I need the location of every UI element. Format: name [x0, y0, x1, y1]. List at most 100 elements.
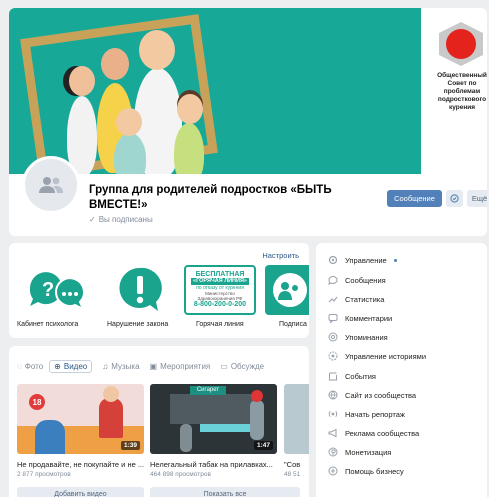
- gear-icon: [328, 255, 338, 265]
- video-views-3: 48 51: [284, 471, 301, 478]
- menu-item-mentions[interactable]: Упоминания: [328, 330, 388, 344]
- menu-item-site[interactable]: Сайт из сообщества: [328, 388, 416, 402]
- tab-music-label: Музыка: [111, 362, 140, 371]
- hotline-phone: 8-800-200-0-200: [193, 301, 247, 308]
- more-button-label: Ещё: [471, 194, 487, 203]
- show-all-button[interactable]: Показать все: [150, 487, 300, 497]
- notifications-button[interactable]: [446, 190, 463, 207]
- people-placeholder-icon: [39, 177, 63, 193]
- menu-item-ads[interactable]: Реклама сообщества: [328, 426, 419, 440]
- thumb-2-sign: Сигарет: [190, 386, 226, 395]
- comment-icon: [328, 313, 338, 323]
- admin-menu: Управление Сообщения Статистика Коммента…: [316, 243, 487, 497]
- menu-item-stats-label: Статистика: [345, 294, 385, 304]
- menu-item-manage-label: Управление: [345, 255, 387, 265]
- stats-icon: [328, 294, 338, 304]
- menu-item-events[interactable]: События: [328, 369, 376, 383]
- page-title: Группа для родителей подростков «БЫТЬ ВМ…: [89, 184, 332, 211]
- more-button[interactable]: Ещё ▾: [467, 190, 487, 207]
- menu-item-comments[interactable]: Комментарии: [328, 311, 392, 325]
- menu-item-messages-label: Сообщения: [345, 275, 386, 285]
- menu-item-mentions-label: Упоминания: [345, 332, 388, 342]
- girl-head: [69, 66, 95, 96]
- thumb-1-buyer: [35, 420, 65, 454]
- exclamation-icon: [119, 267, 162, 311]
- video-thumbnail-2[interactable]: Сигарет 1:47: [150, 384, 277, 454]
- menu-item-ads-label: Реклама сообщества: [345, 428, 420, 438]
- age-18-sign: 18: [29, 394, 45, 410]
- app-law-violation[interactable]: [104, 265, 176, 315]
- community-header: Общественный Совет по проблемам подростк…: [9, 8, 487, 236]
- video-title-1[interactable]: Не продавайте, не покупайте и не ...: [17, 460, 144, 469]
- hotline-line2: «ГОРЯЧАЯ ЛИНИЯ»: [191, 278, 249, 285]
- menu-item-manage[interactable]: Управление: [328, 253, 397, 267]
- thumb-2-stall: [170, 394, 260, 424]
- message-button[interactable]: Сообщение: [387, 190, 442, 207]
- unread-dot: [393, 258, 397, 262]
- menu-item-broadcast[interactable]: Начать репортаж: [328, 407, 405, 421]
- tab-photo[interactable]: ◌ Фото: [17, 360, 43, 373]
- video-thumbnail-3[interactable]: [284, 384, 309, 454]
- menu-item-stories-label: Управление историями: [345, 351, 427, 361]
- add-video-button[interactable]: Добавить видео: [17, 487, 144, 497]
- media-tabs: ◌ Фото ⊕ Видео ♫ Музыка ▣ Мероприятия ▭ …: [17, 360, 274, 373]
- apps-setup-link[interactable]: Настроить: [262, 251, 299, 260]
- subscribe-status-label: Вы подписаны: [98, 215, 153, 224]
- subscribe-status[interactable]: ✓ Вы подписаны: [89, 215, 153, 224]
- stories-icon: [328, 351, 338, 361]
- community-avatar[interactable]: [22, 156, 80, 214]
- thumb-1-seller: [99, 398, 123, 438]
- boy-figure: [114, 133, 146, 174]
- message-icon: [328, 275, 338, 285]
- calendar-icon: ▣: [149, 362, 158, 371]
- menu-item-broadcast-label: Начать репортаж: [345, 409, 405, 419]
- tab-events[interactable]: ▣ Мероприятия: [150, 360, 211, 373]
- video-duration-2: 1:47: [253, 441, 273, 450]
- menu-item-monetization-label: Монетизация: [345, 447, 392, 457]
- video-thumbnail-1[interactable]: 18 1:39: [17, 384, 144, 454]
- app-label-subscribe: Подписа: [279, 321, 307, 328]
- tab-video[interactable]: ⊕ Видео: [49, 360, 93, 373]
- thumb-2-figure: [180, 424, 192, 452]
- video-title-2[interactable]: Нелегальный табак на прилавках...: [150, 460, 277, 469]
- video-icon: ⊕: [54, 362, 61, 371]
- menu-item-events-label: События: [345, 371, 376, 381]
- tab-music[interactable]: ♫ Музыка: [102, 360, 139, 373]
- cover-image: [9, 8, 421, 174]
- menu-item-business[interactable]: Помощь бизнесу: [328, 464, 404, 478]
- logo-caption: Общественный Совет по проблемам подростк…: [437, 72, 487, 111]
- page: Общественный Совет по проблемам подростк…: [0, 0, 489, 497]
- globe-icon: [328, 390, 338, 400]
- chat-bubbles-icon: ?: [29, 272, 85, 312]
- menu-item-monetization[interactable]: Монетизация: [328, 445, 391, 459]
- apps-widget: Настроить ? Кабинет психолога Нарушение …: [9, 243, 309, 338]
- tab-discussions-label: Обсужде: [230, 362, 265, 371]
- thumb-1-seller-head: [103, 386, 119, 402]
- events-icon: [328, 371, 338, 381]
- girl-figure: [67, 96, 97, 174]
- menu-item-site-label: Сайт из сообщества: [345, 390, 417, 400]
- teen-girl-head: [177, 94, 203, 124]
- app-label-psychologist: Кабинет психолога: [17, 321, 79, 328]
- discussion-icon: ▭: [220, 362, 228, 371]
- boy-head: [116, 108, 142, 136]
- teen-girl-figure: [174, 123, 204, 174]
- mother-head: [101, 48, 129, 80]
- menu-item-stats[interactable]: Статистика: [328, 292, 384, 306]
- tab-video-label: Видео: [63, 362, 88, 371]
- app-hotline[interactable]: БЕСПЛАТНАЯ «ГОРЯЧАЯ ЛИНИЯ» по отказу от …: [184, 265, 256, 315]
- tab-discussions[interactable]: ▭ Обсужде: [220, 360, 264, 373]
- app-subscribe[interactable]: [265, 265, 309, 315]
- app-psychologist[interactable]: ?: [19, 265, 91, 315]
- video-views-2: 464 898 просмотров: [150, 471, 211, 478]
- app-label-law-violation: Нарушение закона: [107, 321, 169, 328]
- menu-item-business-label: Помощь бизнесу: [345, 466, 404, 476]
- people-icon: [273, 273, 307, 307]
- menu-item-messages[interactable]: Сообщения: [328, 273, 386, 287]
- video-views-1: 2 877 просмотров: [17, 471, 71, 478]
- tab-photo-label: Фото: [24, 362, 44, 371]
- father-head: [139, 30, 175, 70]
- at-icon: [328, 332, 338, 342]
- video-title-3[interactable]: "Сов: [284, 460, 309, 469]
- menu-item-stories[interactable]: Управление историями: [328, 349, 426, 363]
